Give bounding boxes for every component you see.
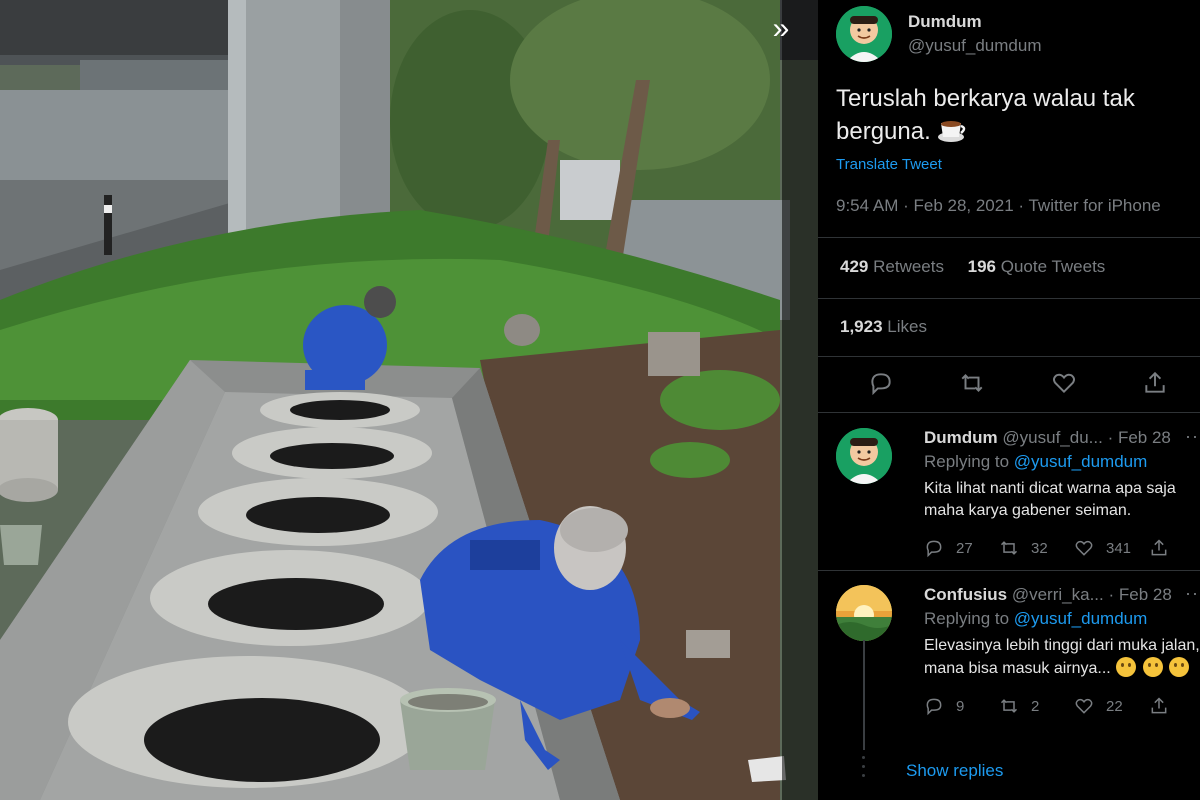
retweet-stats: 429 Retweets 196 Quote Tweets	[840, 257, 1105, 277]
translate-tweet-link[interactable]: Translate Tweet	[836, 156, 942, 173]
reply-author-name[interactable]: Confusius	[924, 585, 1007, 604]
reply-icon	[926, 698, 942, 716]
rolling-eyes-face-icon	[1169, 657, 1190, 677]
reply-count: 9	[956, 697, 965, 715]
share-button[interactable]	[1149, 696, 1200, 716]
reply-icon[interactable]	[868, 370, 894, 396]
reply-actions: 9 2 22	[924, 696, 1200, 716]
quote-tweets-label[interactable]: Quote Tweets	[1001, 257, 1106, 276]
photo-scene	[0, 0, 818, 800]
more-options-icon[interactable]: ···	[1185, 583, 1200, 604]
replying-prefix: Replying to	[924, 609, 1010, 628]
reply-author-handle[interactable]: @verri_ka...	[1012, 585, 1104, 604]
tweet-actions	[868, 370, 1168, 396]
tweet-body: Teruslah berkarya walau tak berguna.	[836, 85, 1135, 145]
divider	[818, 356, 1200, 357]
reply-author-name[interactable]: Dumdum	[924, 428, 998, 447]
reply-button[interactable]: 9	[924, 696, 999, 716]
share-icon	[1151, 697, 1167, 714]
divider	[818, 412, 1200, 413]
tweet-panel: Dumdum @yusuf_dumdum Teruslah berkarya w…	[818, 0, 1200, 800]
replying-to-link[interactable]: @yusuf_dumdum	[1014, 452, 1148, 471]
like-icon	[1075, 698, 1093, 714]
replying-to: Replying to @yusuf_dumdum	[924, 452, 1200, 472]
tweet-timestamp[interactable]: 9:54 AM · Feb 28, 2021 · Twitter for iPh…	[836, 196, 1161, 216]
retweet-count: 32	[1031, 539, 1048, 557]
share-button[interactable]	[1149, 538, 1200, 558]
retweet-count: 2	[1031, 697, 1040, 715]
retweet-icon	[1000, 699, 1018, 713]
reply-date[interactable]: · Feb 28	[1108, 585, 1171, 604]
likes-label[interactable]: Likes	[887, 317, 927, 336]
retweets-label[interactable]: Retweets	[873, 257, 944, 276]
show-replies-link[interactable]: Show replies	[906, 761, 1003, 781]
divider	[818, 570, 1200, 571]
like-button[interactable]: 22	[1074, 696, 1149, 716]
reply-icon	[926, 540, 942, 558]
share-icon	[1151, 539, 1167, 556]
thinking-face-icon	[1142, 657, 1163, 677]
replying-prefix: Replying to	[924, 452, 1010, 471]
tweet-header: Dumdum @yusuf_dumdum	[836, 6, 1042, 62]
thinking-face-icon	[1116, 657, 1137, 677]
replying-to-link[interactable]: @yusuf_dumdum	[1014, 609, 1148, 628]
like-count: 341	[1106, 539, 1132, 557]
likes-count[interactable]: 1,923	[840, 317, 883, 336]
avatar[interactable]	[836, 428, 892, 484]
coffee-cup-icon	[937, 117, 967, 143]
reply-date[interactable]: · Feb 28	[1108, 428, 1171, 447]
tweet-photo[interactable]: »	[0, 0, 818, 800]
retweet-icon[interactable]	[959, 370, 985, 396]
more-options-icon[interactable]: ···	[1185, 426, 1200, 447]
thread-dots	[862, 756, 866, 783]
retweets-count[interactable]: 429	[840, 257, 868, 276]
reply-button[interactable]: 27	[924, 538, 999, 558]
like-button[interactable]: 341	[1074, 538, 1149, 558]
tweet-text: Teruslah berkarya walau tak berguna.	[836, 82, 1186, 148]
divider	[818, 237, 1200, 238]
quote-tweets-count[interactable]: 196	[968, 257, 996, 276]
retweet-icon	[1000, 541, 1018, 555]
like-icon	[1075, 540, 1093, 556]
thread-line	[863, 640, 865, 750]
like-count: 22	[1106, 697, 1123, 715]
author-handle[interactable]: @yusuf_dumdum	[908, 36, 1042, 56]
reply-author-handle[interactable]: @yusuf_du...	[1002, 428, 1102, 447]
retweet-button[interactable]: 32	[999, 538, 1074, 558]
adjacent-page-overlay	[782, 0, 818, 800]
avatar[interactable]	[836, 6, 892, 62]
reply-text: Kita lihat nanti dicat warna apa saja ma…	[924, 480, 1176, 519]
author-name[interactable]: Dumdum	[908, 12, 1042, 32]
reply-actions: 27 32 341	[924, 538, 1200, 558]
like-icon[interactable]	[1051, 370, 1077, 396]
double-chevron-right-icon[interactable]: »	[760, 12, 796, 48]
avatar[interactable]	[836, 585, 892, 641]
divider	[818, 298, 1200, 299]
reply-text-container: Elevasinya lebih tinggi dari muka jalan,…	[924, 635, 1200, 680]
like-stats: 1,923 Likes	[840, 317, 927, 337]
share-icon[interactable]	[1142, 370, 1168, 396]
replying-to: Replying to @yusuf_dumdum	[924, 609, 1200, 629]
retweet-button[interactable]: 2	[999, 696, 1074, 716]
reply-count: 27	[956, 539, 973, 557]
